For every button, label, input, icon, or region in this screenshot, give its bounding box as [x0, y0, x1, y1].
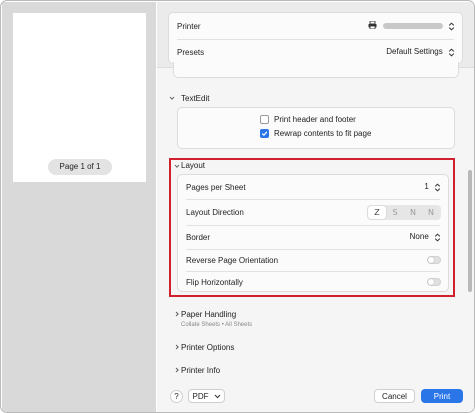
border-label: Border — [186, 232, 211, 242]
disclosure-collapsed-icon[interactable] — [174, 311, 180, 317]
chevron-updown-icon — [434, 183, 441, 192]
border-value: None — [409, 232, 429, 242]
pages-per-sheet-label: Pages per Sheet — [186, 182, 246, 192]
reverse-orientation-toggle[interactable] — [427, 256, 441, 264]
presets-select[interactable]: Default Settings — [386, 47, 455, 56]
direction-z-button[interactable]: Z — [368, 205, 386, 219]
preview-pane: Page 1 of 1 — [2, 2, 156, 412]
printer-options-section-title[interactable]: Printer Options — [181, 343, 234, 352]
chevron-down-icon — [214, 394, 220, 398]
flip-horizontally-row: Flip Horizontally — [178, 271, 448, 293]
printer-name-redacted — [382, 23, 443, 29]
layout-direction-segmented[interactable]: Z S N N — [367, 204, 441, 220]
disclosure-collapsed-icon[interactable] — [174, 344, 180, 350]
printer-icon — [368, 20, 377, 31]
pages-per-sheet-value: 1 — [424, 182, 429, 192]
chevron-updown-icon — [448, 48, 455, 57]
printer-info-section-title[interactable]: Printer Info — [181, 366, 220, 375]
layout-direction-row: Layout Direction Z S N N — [178, 199, 448, 225]
disclosure-expanded-icon[interactable] — [174, 163, 180, 169]
textedit-card: Print header and footer Rewrap contents … — [177, 107, 455, 149]
settings-pane: Printer Presets Default Settings TextEdi… — [157, 2, 474, 412]
border-row[interactable]: Border None — [178, 225, 448, 249]
cancel-button[interactable]: Cancel — [374, 389, 415, 403]
checkmark-icon — [261, 131, 268, 137]
direction-n-reverse-button[interactable]: N — [404, 206, 422, 219]
presets-value: Default Settings — [386, 47, 443, 57]
rewrap-option[interactable]: Rewrap contents to fit page — [260, 129, 371, 138]
print-header-footer-label: Print header and footer — [274, 115, 356, 124]
flip-horizontally-toggle[interactable] — [427, 278, 441, 286]
printer-row[interactable]: Printer — [169, 13, 462, 39]
chevron-updown-icon — [434, 233, 441, 242]
printer-label: Printer — [177, 21, 201, 31]
printer-select[interactable] — [368, 20, 455, 31]
print-dialog: Page 1 of 1 Printer Presets Default Sett… — [0, 0, 475, 413]
print-header-footer-checkbox[interactable] — [260, 115, 269, 124]
reverse-orientation-row: Reverse Page Orientation — [178, 249, 448, 271]
previous-card-remnant — [173, 62, 459, 78]
layout-card: Pages per Sheet 1 Layout Direction Z S N… — [177, 174, 449, 292]
top-area: Printer Presets Default Settings — [157, 2, 474, 68]
print-header-footer-option[interactable]: Print header and footer — [260, 115, 356, 124]
layout-section-title[interactable]: Layout — [181, 161, 205, 170]
pdf-label: PDF — [192, 391, 209, 401]
direction-s-button[interactable]: S — [386, 206, 404, 219]
disclosure-expanded-icon[interactable] — [169, 95, 175, 101]
page-indicator: Page 1 of 1 — [48, 159, 112, 175]
textedit-section-title[interactable]: TextEdit — [181, 94, 209, 103]
border-select[interactable]: None — [410, 232, 441, 241]
rewrap-label: Rewrap contents to fit page — [274, 129, 372, 138]
page-preview[interactable] — [13, 13, 146, 182]
pages-per-sheet-select[interactable]: 1 — [424, 182, 441, 191]
direction-n-button[interactable]: N — [422, 206, 440, 219]
pdf-menu-button[interactable]: PDF — [188, 389, 225, 403]
paper-handling-section-title[interactable]: Paper Handling — [181, 310, 236, 319]
disclosure-collapsed-icon[interactable] — [174, 367, 180, 373]
layout-direction-label: Layout Direction — [186, 207, 244, 217]
printer-presets-card: Printer Presets Default Settings — [168, 12, 463, 64]
chevron-updown-icon — [448, 22, 455, 31]
rewrap-checkbox[interactable] — [260, 129, 269, 138]
help-button[interactable]: ? — [170, 390, 183, 403]
print-button[interactable]: Print — [421, 389, 463, 403]
scrollbar[interactable] — [468, 170, 472, 292]
flip-horizontally-label: Flip Horizontally — [186, 277, 243, 287]
reverse-orientation-label: Reverse Page Orientation — [186, 255, 279, 265]
presets-label: Presets — [177, 47, 205, 57]
pages-per-sheet-row[interactable]: Pages per Sheet 1 — [178, 175, 448, 199]
paper-handling-summary: Collate Sheets • All Sheets — [181, 322, 253, 328]
